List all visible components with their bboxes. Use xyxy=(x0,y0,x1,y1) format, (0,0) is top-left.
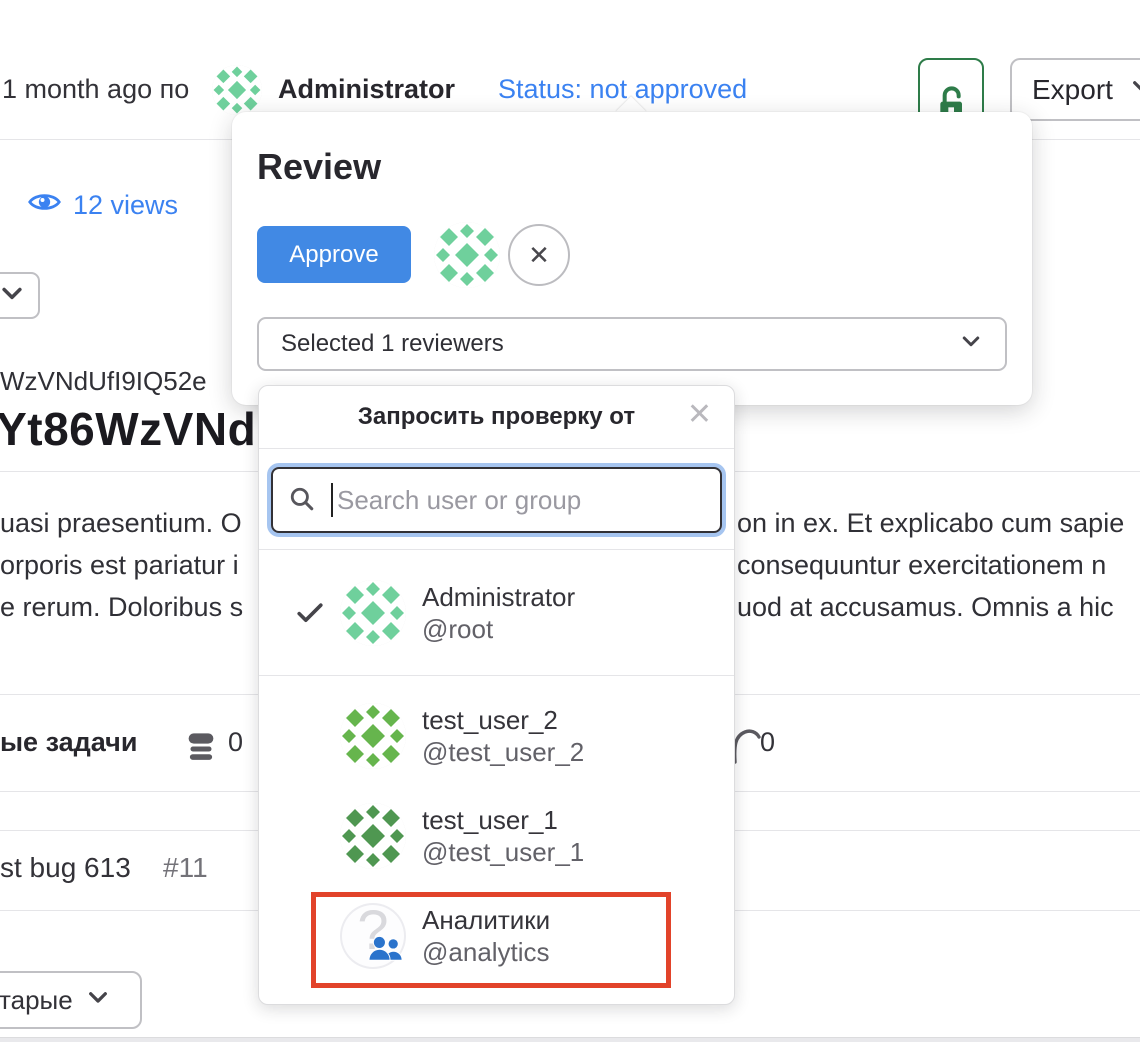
chevron-down-icon xyxy=(959,329,983,360)
check-slot xyxy=(295,601,340,625)
discussions-icon xyxy=(731,722,761,769)
linked-items-icon xyxy=(182,728,220,767)
issue-reference: #11 xyxy=(163,852,208,884)
discussions-count: 0 xyxy=(760,727,775,758)
approve-label: Approve xyxy=(289,241,378,269)
export-label: Export xyxy=(1032,74,1113,106)
eye-icon xyxy=(28,190,61,221)
search-input[interactable] xyxy=(273,469,720,531)
group-avatar: ? xyxy=(340,903,406,969)
user-name: test_user_2 xyxy=(422,704,584,736)
group-people-icon xyxy=(368,935,404,968)
reviewer-avatar[interactable] xyxy=(434,222,500,288)
search-box xyxy=(271,467,722,533)
page: 1 month ago по Administrator Status: not… xyxy=(0,0,1140,1042)
reviewers-select-value: Selected 1 reviewers xyxy=(281,330,504,358)
search-focus-ring xyxy=(267,463,726,537)
close-icon: ✕ xyxy=(528,240,550,271)
footer-strip xyxy=(0,1037,1140,1042)
user-avatar xyxy=(340,803,406,869)
description-text-left: uasi praesentium. O orporis est pariatur… xyxy=(0,502,270,628)
chevron-down-icon xyxy=(1129,73,1140,106)
dropdown-title: Запросить проверку от xyxy=(358,403,635,431)
linked-tasks-count: 0 xyxy=(228,727,243,758)
user-avatar xyxy=(340,703,406,769)
user-list-item-test_user_1[interactable]: test_user_1 @test_user_1 xyxy=(259,786,734,886)
review-popup-title: Review xyxy=(257,146,381,188)
request-review-dropdown: Запросить проверку от ✕ xyxy=(258,385,735,1005)
user-avatar xyxy=(340,580,406,646)
author-avatar[interactable] xyxy=(212,65,262,115)
user-username: @test_user_2 xyxy=(422,736,584,768)
export-button[interactable]: Export xyxy=(1010,58,1140,121)
user-list-item-analytics[interactable]: ? Аналитики @analytics xyxy=(259,886,734,986)
views-count: 12 views xyxy=(73,190,178,221)
user-name: test_user_1 xyxy=(422,804,584,836)
description-text-right: on in ex. Et explicabo cum sapie consequ… xyxy=(737,502,1140,628)
remove-reviewer-button[interactable]: ✕ xyxy=(508,224,570,286)
search-icon xyxy=(289,486,315,512)
status-link[interactable]: Status: not approved xyxy=(498,74,747,105)
reviewers-select[interactable]: Selected 1 reviewers xyxy=(257,317,1007,371)
user-list-item-test_user_2[interactable]: test_user_2 @test_user_2 xyxy=(259,686,734,786)
user-text: test_user_1 @test_user_1 xyxy=(422,804,584,868)
user-name: Administrator xyxy=(422,581,575,613)
author-name: Administrator xyxy=(278,74,455,105)
check-icon xyxy=(295,601,325,625)
user-name: Аналитики xyxy=(422,904,550,936)
text-cursor xyxy=(331,483,333,517)
user-username: @root xyxy=(422,613,575,645)
user-list: Administrator @root test_user_2 @test_us… xyxy=(259,550,734,986)
review-popup: Review Approve ✕ Selected 1 reviewers xyxy=(232,112,1032,405)
dropdown-header: Запросить проверку от ✕ xyxy=(259,386,734,449)
byline-timestamp: 1 month ago по xyxy=(2,74,189,105)
linked-tasks-heading: ые задачи xyxy=(0,727,137,758)
sort-order-button[interactable]: старые xyxy=(0,971,142,1029)
user-username: @test_user_1 xyxy=(422,836,584,868)
chevron-down-icon xyxy=(0,279,26,312)
sort-label: старые xyxy=(0,985,73,1016)
user-text: Administrator @root xyxy=(422,581,575,645)
reference-token: WzVNdUfI9IQ52e xyxy=(0,366,207,397)
collapse-button[interactable] xyxy=(0,272,40,319)
search-section xyxy=(259,449,734,550)
user-text: Аналитики @analytics xyxy=(422,904,550,968)
close-icon[interactable]: ✕ xyxy=(687,400,712,430)
approve-button[interactable]: Approve xyxy=(257,226,411,283)
chevron-down-icon xyxy=(85,984,111,1017)
views-link[interactable]: 12 views xyxy=(28,190,178,221)
user-username: @analytics xyxy=(422,936,550,968)
user-list-item-root[interactable]: Administrator @root xyxy=(259,550,734,676)
issue-link[interactable]: st bug 613 xyxy=(0,852,131,884)
user-text: test_user_2 @test_user_2 xyxy=(422,704,584,768)
